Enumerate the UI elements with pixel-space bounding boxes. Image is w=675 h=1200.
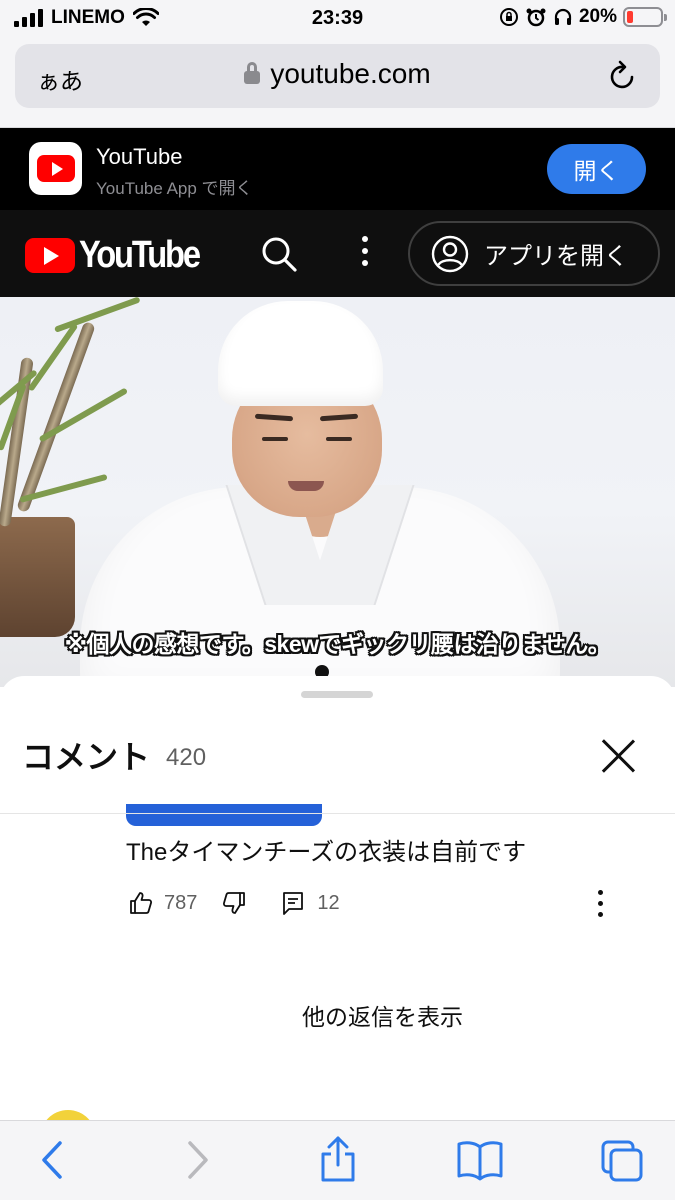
chef-eye [326,437,352,441]
comment-text: Theタイマンチーズの衣装は自前です [126,839,527,866]
thumbs-down-icon [223,892,246,914]
youtube-app-icon [29,142,82,195]
like-count: 787 [164,891,198,914]
banner-subtitle: YouTube App で開く [96,179,253,198]
reply-button[interactable]: 12 [281,890,340,916]
banner-open-button[interactable]: 開く [547,144,646,194]
url-display[interactable]: youtube.com [15,58,660,90]
search-icon[interactable] [260,235,298,273]
comment-menu-icon[interactable] [594,890,606,920]
dislike-button[interactable] [221,890,247,916]
chef-mouth [288,481,324,491]
youtube-play-logo-icon [25,238,75,273]
safari-address-bar: ぁあ youtube.com [0,40,675,128]
video-player[interactable]: ※個人の感想です。skewでギックリ腰は治りません。 [0,297,675,687]
sheet-divider [0,813,675,814]
url-text: youtube.com [270,58,431,89]
headphones-icon [554,8,572,25]
safari-toolbar [0,1120,675,1200]
video-subtitle: ※個人の感想です。skewでギックリ腰は治りません。 [64,631,611,657]
comments-title: コメント [22,739,151,775]
close-icon[interactable] [598,736,638,776]
orientation-lock-icon [499,8,518,26]
youtube-logo[interactable]: YouTube [25,234,218,277]
battery-level [627,11,633,23]
back-icon[interactable] [38,1139,66,1181]
account-icon [431,235,469,272]
youtube-wordmark: YouTube [79,234,201,276]
plant-pot [0,517,75,637]
address-field[interactable]: ぁあ youtube.com [15,44,660,108]
bookmarks-icon[interactable] [456,1139,504,1181]
plant-leaf [53,297,141,333]
share-icon[interactable] [318,1135,358,1183]
smart-app-banner: YouTube YouTube App で開く 開く [0,128,675,210]
thumbs-up-icon [130,892,153,914]
comment-actions: 787 12 [128,890,340,916]
open-app-button[interactable]: アプリを開く [408,221,660,286]
status-right: 20% [499,6,667,28]
open-app-label: アプリを開く [484,243,628,270]
show-more-replies-button[interactable]: 他の返信を表示 [0,998,675,1032]
tabs-icon[interactable] [600,1139,644,1183]
battery-percent: 20% [578,6,617,27]
next-comment-avatar[interactable] [40,1110,96,1120]
chef-hat [218,301,383,406]
sheet-grabber[interactable] [301,691,373,698]
forward-icon[interactable] [184,1139,212,1181]
alarm-icon [526,8,546,27]
reload-icon[interactable] [608,60,638,92]
comments-sheet: コメント 420 Theタイマンチーズの衣装は自前です 787 12 他の返信を… [0,676,675,1120]
status-bar: LINEMO 23:39 20% [0,0,675,40]
banner-app-name: YouTube [96,144,183,169]
comments-count: 420 [166,744,207,771]
like-button[interactable]: 787 [128,890,197,916]
more-options-icon[interactable] [355,236,375,272]
battery-icon [623,7,667,27]
lock-icon [244,61,261,84]
youtube-header: YouTube アプリを開く [0,210,675,297]
reply-comment-icon [283,892,304,915]
chef-eye [262,437,288,441]
author-chip[interactable] [126,804,322,826]
reply-count: 12 [317,891,340,914]
